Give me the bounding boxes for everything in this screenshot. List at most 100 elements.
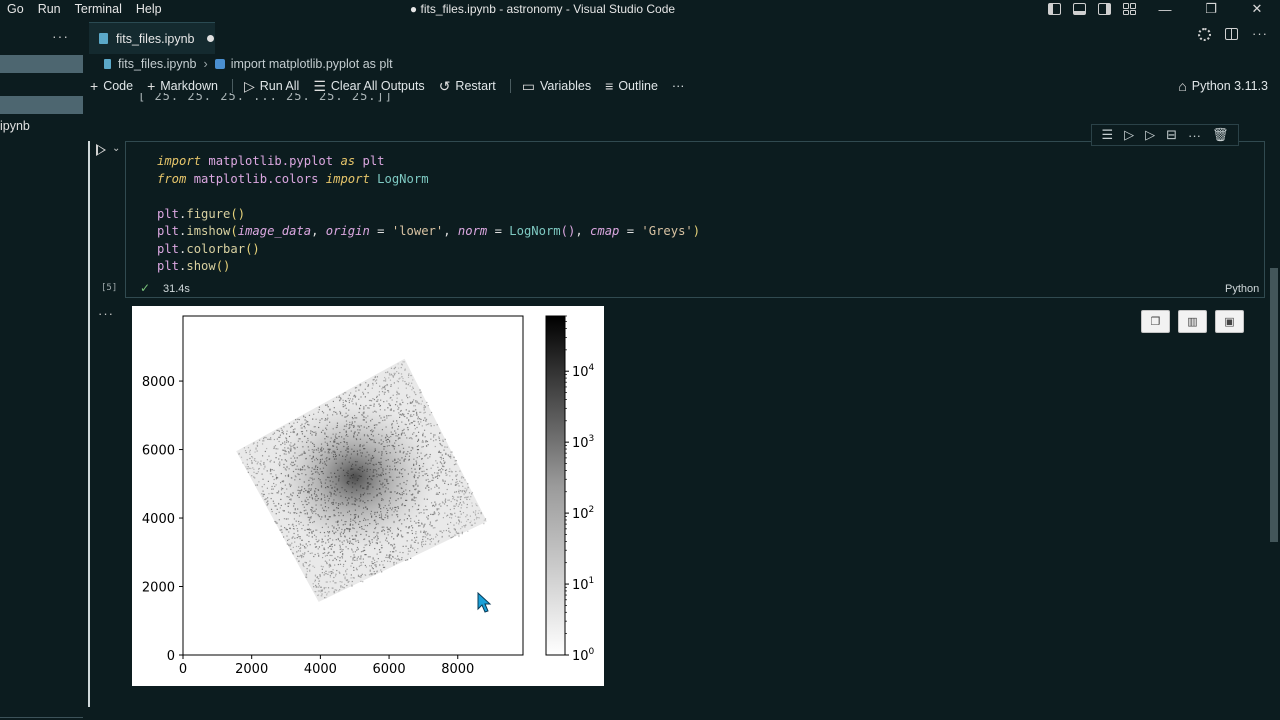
breadcrumb-file[interactable]: fits_files.ipynb: [118, 57, 197, 71]
pixel: [436, 492, 438, 494]
pixel: [339, 572, 341, 574]
pixel: [446, 488, 448, 491]
add-markdown-cell-button[interactable]: + Markdown: [147, 78, 218, 94]
vertical-scrollbar[interactable]: [1270, 268, 1278, 542]
chevron-right-icon: ›: [203, 57, 208, 71]
pixel: [399, 377, 401, 379]
copy-output-icon[interactable]: ❐: [1141, 310, 1170, 333]
breadcrumb-symbol[interactable]: import matplotlib.pyplot as plt: [231, 57, 393, 71]
pixel: [320, 565, 322, 567]
restore-button[interactable]: ❐: [1188, 0, 1234, 18]
pixel: [372, 568, 374, 570]
toggle-primary-sidebar-icon[interactable]: [1048, 3, 1061, 15]
code-line-1: import matplotlib.pyplot as plt: [157, 153, 700, 171]
pixel: [442, 502, 444, 504]
pixel: [400, 373, 403, 375]
kernel-picker[interactable]: ⌂ Python 3.11.3: [1178, 76, 1268, 96]
pixel: [273, 502, 275, 505]
cell-more-icon[interactable]: ···: [1188, 128, 1201, 143]
pixel: [462, 485, 464, 487]
pixel: [266, 501, 268, 503]
pixel: [457, 505, 459, 507]
unsaved-dot-icon[interactable]: [206, 35, 214, 42]
execute-above-icon[interactable]: ▷: [1124, 127, 1134, 143]
add-code-cell-button[interactable]: + Code: [90, 78, 133, 94]
pixel: [407, 397, 409, 399]
open-plot-viewer-icon[interactable]: ▥: [1178, 310, 1207, 333]
pixel: [344, 560, 347, 562]
pixel: [361, 564, 363, 566]
pixel: [448, 530, 450, 532]
cell-language-picker[interactable]: Python: [1225, 283, 1259, 295]
code-editor[interactable]: import matplotlib.pyplot as plt from matp…: [157, 153, 700, 276]
minimize-button[interactable]: —: [1142, 0, 1188, 18]
sidebar-selected-row[interactable]: [0, 96, 83, 114]
split-editor-icon[interactable]: [1225, 28, 1238, 40]
pixel: [297, 555, 299, 557]
run-all-button[interactable]: ▷ Run All: [244, 78, 299, 95]
output-more-icon[interactable]: ···: [98, 306, 114, 321]
pixel: [250, 460, 253, 462]
pixel: [275, 457, 277, 459]
pixel: [455, 504, 457, 506]
pixel: [471, 502, 473, 504]
pixel: [438, 437, 440, 439]
code-line-2: from matplotlib.colors import LogNorm: [157, 171, 700, 189]
pixel: [338, 396, 340, 398]
pixel: [459, 498, 462, 501]
pixel: [344, 578, 346, 580]
pixel: [388, 372, 391, 376]
pixel: [375, 379, 378, 381]
pixel: [335, 559, 338, 561]
pixel: [414, 392, 416, 394]
run-cell-icon[interactable]: [96, 144, 106, 156]
customize-layout-icon[interactable]: [1123, 3, 1136, 15]
split-cell-icon[interactable]: ⊟: [1166, 127, 1177, 143]
pixel: [269, 470, 272, 472]
pixel: [435, 503, 437, 506]
pixel: [304, 416, 307, 419]
more-actions-icon[interactable]: ···: [1252, 27, 1268, 41]
sidebar-highlight-row[interactable]: [0, 55, 83, 73]
outline-button[interactable]: ≡ Outline: [605, 78, 658, 94]
colorbar-tick-label: 101: [572, 576, 594, 593]
pixel: [370, 565, 373, 567]
close-button[interactable]: ✕: [1234, 0, 1280, 18]
pixel: [267, 438, 269, 440]
run-by-line-icon[interactable]: ☰: [1101, 127, 1113, 143]
pixel: [336, 396, 338, 398]
sidebar-file-label[interactable]: ipynb: [0, 119, 30, 133]
pixel: [443, 449, 445, 451]
save-output-icon[interactable]: ▣: [1215, 310, 1244, 333]
sidebar-more-icon[interactable]: ···: [52, 28, 69, 44]
chevron-down-icon[interactable]: ⌄: [112, 143, 120, 154]
pixel: [464, 497, 466, 499]
pixel: [302, 415, 305, 417]
pixel: [427, 404, 429, 407]
pixel: [416, 413, 418, 416]
pixel: [425, 440, 427, 443]
toggle-panel-icon[interactable]: [1073, 3, 1086, 15]
pixel: [456, 499, 458, 501]
variables-button[interactable]: ▭ Variables: [522, 78, 591, 95]
pixel: [398, 393, 400, 395]
restart-button[interactable]: ↺ Restart: [439, 78, 496, 95]
pixel: [292, 525, 295, 527]
pixel: [334, 557, 336, 560]
delete-cell-icon[interactable]: 🗑: [1212, 127, 1229, 143]
code-line-7: plt.show(): [157, 259, 231, 273]
pixel: [272, 488, 274, 490]
pixel: [483, 523, 485, 525]
pixel: [261, 443, 264, 445]
toolbar-more-button[interactable]: ···: [672, 79, 685, 93]
tab-fits-files[interactable]: fits_files.ipynb: [89, 22, 215, 54]
pixel: [469, 498, 471, 501]
gear-icon[interactable]: [1198, 28, 1211, 41]
pixel: [411, 386, 414, 388]
clear-all-outputs-button[interactable]: ☰ Clear All Outputs: [313, 78, 424, 95]
toggle-secondary-sidebar-icon[interactable]: [1098, 3, 1111, 15]
execute-below-icon[interactable]: ▷: [1145, 127, 1155, 143]
pixel: [292, 546, 294, 548]
pixel: [400, 409, 402, 412]
pixel: [461, 482, 463, 484]
